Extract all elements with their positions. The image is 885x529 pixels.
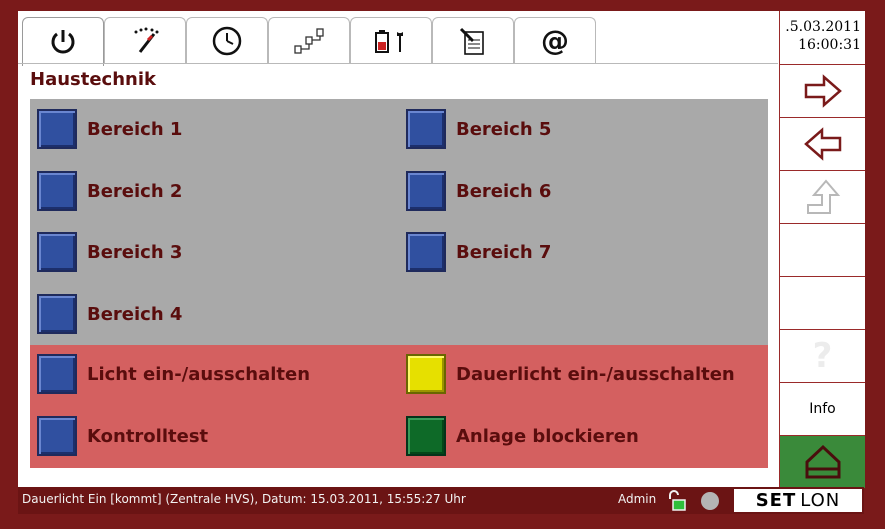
area-label-3: Bereich 3 — [87, 241, 183, 263]
tab-underline — [18, 63, 778, 64]
area-item-3[interactable]: Bereich 3 — [37, 230, 182, 274]
setlon-logo: SET LON — [734, 489, 862, 512]
areas-panel: Bereich 1 Bereich 2 Bereich 3 Bereich 4 … — [30, 99, 768, 345]
area-label-1: Bereich 1 — [87, 118, 183, 140]
power-icon — [51, 30, 75, 54]
status-bar: Dauerlicht Ein [kommt] (Zentrale HVS), D… — [18, 487, 864, 514]
empty-button-1[interactable] — [780, 223, 865, 276]
tab-network[interactable] — [268, 17, 350, 64]
current-user: Admin — [618, 492, 657, 506]
arrow-right-icon — [804, 74, 842, 108]
action-block-system[interactable]: Anlage blockieren — [406, 414, 639, 458]
action-light-toggle[interactable]: Licht ein-/ausschalten — [37, 352, 310, 396]
area-button-6[interactable] — [406, 171, 446, 211]
up-button[interactable] — [780, 170, 865, 223]
magic-wand-icon — [134, 27, 159, 53]
at-icon: @ — [541, 25, 569, 57]
clock-icon — [212, 26, 242, 56]
svg-text:@: @ — [541, 25, 569, 57]
area-label-2: Bereich 2 — [87, 180, 183, 202]
date-text: .5.03.2011 — [785, 19, 861, 35]
light-toggle-button[interactable] — [37, 354, 77, 394]
battery-wrench-icon — [375, 30, 403, 53]
screen: @ Haustechnik Bereich 1 Bereich 2 Bereic… — [18, 11, 865, 488]
area-button-1[interactable] — [37, 109, 77, 149]
tab-power[interactable] — [22, 17, 104, 66]
permanent-light-label: Dauerlicht ein-/ausschalten — [456, 363, 735, 385]
control-test-label: Kontrolltest — [87, 425, 209, 447]
light-toggle-label: Licht ein-/ausschalten — [87, 363, 311, 385]
logo-set: SET — [755, 490, 797, 511]
next-button[interactable] — [780, 64, 865, 117]
area-item-2[interactable]: Bereich 2 — [37, 169, 182, 213]
tab-email[interactable]: @ — [514, 17, 596, 64]
area-button-2[interactable] — [37, 171, 77, 211]
page-title: Haustechnik — [30, 69, 156, 90]
area-label-6: Bereich 6 — [456, 180, 552, 202]
tab-bar: @ — [18, 17, 778, 66]
control-panel: Bereich 1 Bereich 2 Bereich 3 Bereich 4 … — [30, 99, 768, 468]
tab-report[interactable] — [432, 17, 514, 64]
area-item-5[interactable]: Bereich 5 — [406, 107, 551, 151]
connection-indicator — [701, 492, 719, 510]
arrow-up-icon — [806, 179, 840, 214]
area-label-5: Bereich 5 — [456, 118, 552, 140]
tab-clock[interactable] — [186, 17, 268, 64]
help-button[interactable]: ? — [780, 329, 865, 382]
area-item-1[interactable]: Bereich 1 — [37, 107, 182, 151]
tab-wizard[interactable] — [104, 17, 186, 64]
area-button-5[interactable] — [406, 109, 446, 149]
logo-lon: LON — [800, 490, 841, 511]
home-button[interactable] — [780, 435, 865, 488]
info-button[interactable]: Info — [780, 382, 865, 435]
back-button[interactable] — [780, 117, 865, 170]
help-icon: ? — [812, 336, 833, 376]
arrow-left-icon — [803, 127, 841, 161]
clock-display: .5.03.2011 16:00:31 — [780, 11, 865, 64]
area-label-7: Bereich 7 — [456, 241, 552, 263]
area-button-3[interactable] — [37, 232, 77, 272]
block-system-label: Anlage blockieren — [456, 425, 639, 447]
control-test-button[interactable] — [37, 416, 77, 456]
permanent-light-button[interactable] — [406, 354, 446, 394]
empty-button-2[interactable] — [780, 276, 865, 329]
area-button-7[interactable] — [406, 232, 446, 272]
action-control-test[interactable]: Kontrolltest — [37, 414, 208, 458]
block-system-button[interactable] — [406, 416, 446, 456]
actions-panel: Licht ein-/ausschalten Kontrolltest Daue… — [30, 345, 768, 468]
area-button-4[interactable] — [37, 294, 77, 334]
status-message: Dauerlicht Ein [kommt] (Zentrale HVS), D… — [22, 492, 466, 506]
network-icon — [294, 28, 324, 54]
unlock-icon[interactable] — [666, 490, 688, 512]
area-item-4[interactable]: Bereich 4 — [37, 292, 182, 336]
area-item-6[interactable]: Bereich 6 — [406, 169, 551, 213]
area-item-7[interactable]: Bereich 7 — [406, 230, 551, 274]
document-pen-icon — [459, 27, 484, 55]
time-text: 16:00:31 — [798, 37, 861, 53]
action-permanent-light[interactable]: Dauerlicht ein-/ausschalten — [406, 352, 735, 396]
side-toolbar: .5.03.2011 16:00:31 ? Info — [779, 11, 865, 488]
home-icon — [805, 444, 840, 479]
tab-maintenance[interactable] — [350, 17, 432, 64]
info-label: Info — [809, 401, 836, 417]
area-label-4: Bereich 4 — [87, 303, 183, 325]
